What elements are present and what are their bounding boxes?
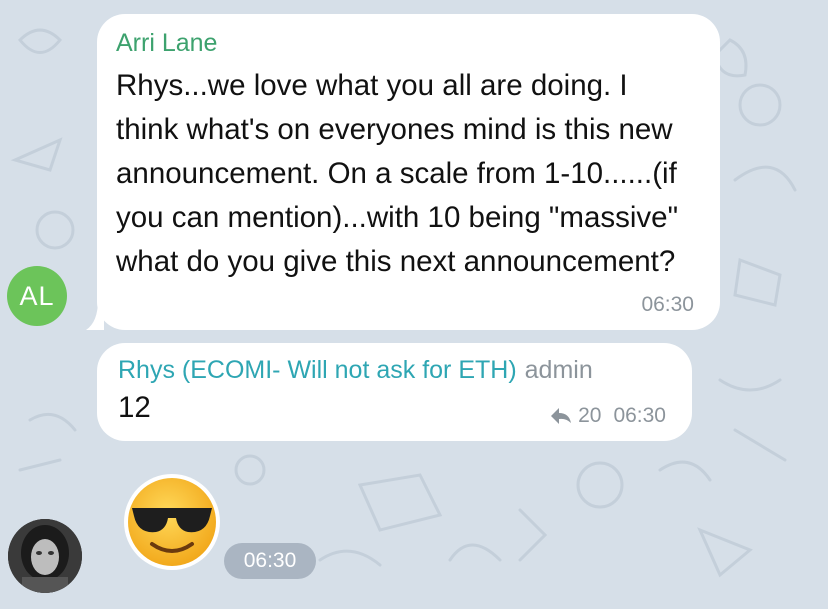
- message-time: 06:30: [613, 404, 666, 427]
- avatar-arri-lane[interactable]: AL: [7, 266, 67, 326]
- reply-arrow-icon[interactable]: [550, 407, 572, 425]
- sender-name[interactable]: Arri Lane: [116, 27, 698, 59]
- message-bubble[interactable]: Arri Lane Rhys...we love what you all ar…: [97, 14, 720, 330]
- message-text: Rhys...we love what you all are doing. I…: [116, 69, 679, 278]
- sticker-time: 06:30: [224, 543, 316, 579]
- message-bubble[interactable]: Rhys (ECOMI- Will not ask for ETH) admin …: [97, 343, 692, 441]
- sunglasses-emoji-sticker[interactable]: [122, 472, 222, 572]
- message-time: 06:30: [641, 293, 694, 316]
- reply-count[interactable]: 20: [578, 404, 601, 428]
- avatar-profile-photo[interactable]: [8, 519, 82, 593]
- admin-badge: admin: [524, 356, 593, 384]
- message-meta: 20 06:30: [550, 404, 666, 428]
- sender-name[interactable]: Rhys (ECOMI- Will not ask for ETH): [118, 356, 517, 384]
- profile-photo-image: [8, 519, 82, 593]
